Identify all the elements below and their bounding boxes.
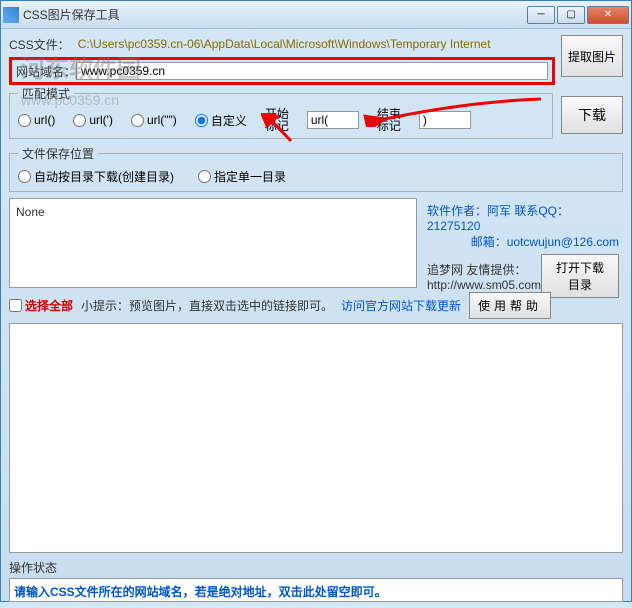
- status-box[interactable]: 请输入CSS文件所在的网站域名，若是绝对地址，双击此处留空即可。: [9, 578, 623, 602]
- preview-tip: 小提示：预览图片，直接双击选中的链接即可。: [81, 297, 333, 314]
- visit-site-link[interactable]: 访问官方网站下载更新: [341, 297, 461, 314]
- email-info: 邮箱：uotcwujun@126.com: [427, 233, 619, 250]
- radio-custom[interactable]: 自定义: [195, 112, 247, 129]
- css-file-label: CSS文件：: [9, 36, 70, 53]
- open-dir-button[interactable]: 打开下载目录: [541, 254, 619, 298]
- domain-row-highlight: 网站域名：: [9, 57, 555, 85]
- site-url[interactable]: http://www.sm05.com: [427, 278, 541, 292]
- info-box: 软件作者：阿军 联系QQ：21275120 邮箱：uotcwujun@126.c…: [423, 198, 623, 288]
- end-mark-label: 结束 标记: [377, 108, 401, 132]
- save-location-legend: 文件保存位置: [18, 145, 98, 162]
- app-window: CSS图片保存工具 ─ ▢ ✕ 河东软件园 www.pc0359.cn CSS文…: [0, 0, 632, 602]
- help-button[interactable]: 使用帮助: [469, 292, 551, 319]
- match-mode-fieldset: 匹配模式 url() url(') url("") 自定义 开始 标记 结束 标…: [9, 85, 553, 139]
- extract-button[interactable]: 提取图片: [561, 35, 623, 77]
- download-button[interactable]: 下载: [561, 96, 623, 134]
- status-label: 操作状态: [9, 559, 623, 576]
- main-list[interactable]: [9, 323, 623, 553]
- start-mark-label: 开始 标记: [265, 108, 289, 132]
- site-label: 追梦网 友情提供：: [427, 263, 526, 277]
- radio-url1[interactable]: url(): [18, 113, 55, 127]
- minimize-button[interactable]: ─: [527, 6, 555, 24]
- radio-url3[interactable]: url(""): [131, 113, 177, 127]
- start-mark-input[interactable]: [307, 111, 359, 129]
- close-button[interactable]: ✕: [587, 6, 629, 24]
- save-location-fieldset: 文件保存位置 自动按目录下载(创建目录) 指定单一目录: [9, 145, 623, 192]
- radio-auto-save[interactable]: 自动按目录下载(创建目录): [18, 168, 174, 185]
- css-file-path[interactable]: C:\Users\pc0359.cn-06\AppData\Local\Micr…: [74, 35, 555, 53]
- app-icon: [3, 7, 19, 23]
- domain-input[interactable]: [76, 62, 548, 80]
- author-info: 软件作者：阿军 联系QQ：21275120: [427, 202, 619, 233]
- maximize-button[interactable]: ▢: [557, 6, 585, 24]
- end-mark-input[interactable]: [419, 111, 471, 129]
- radio-single-dir[interactable]: 指定单一目录: [198, 168, 286, 185]
- match-mode-legend: 匹配模式: [18, 85, 74, 102]
- window-title: CSS图片保存工具: [23, 6, 527, 23]
- radio-url2[interactable]: url('): [73, 113, 113, 127]
- domain-label: 网站域名：: [16, 63, 76, 80]
- preview-box[interactable]: None: [9, 198, 417, 288]
- select-all-checkbox[interactable]: 选择全部: [9, 297, 73, 314]
- titlebar[interactable]: CSS图片保存工具 ─ ▢ ✕: [1, 1, 631, 29]
